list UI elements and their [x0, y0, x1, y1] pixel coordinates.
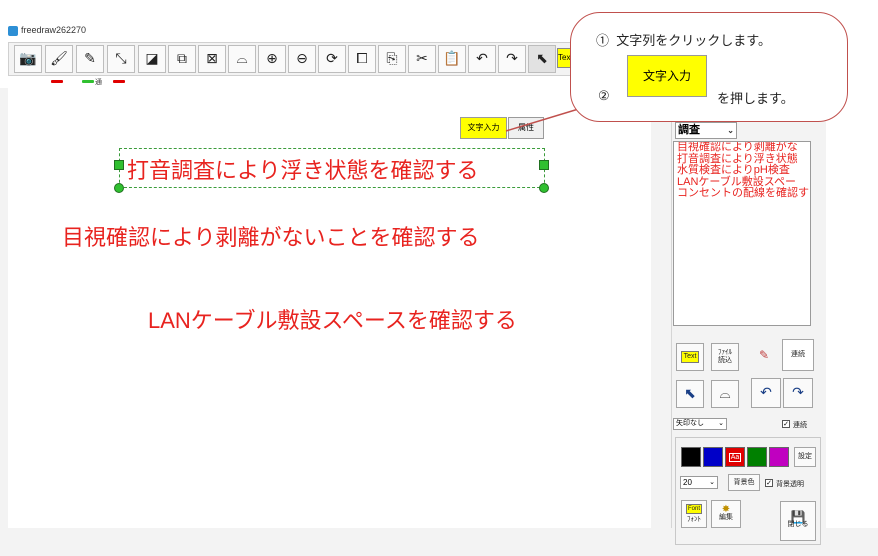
callout-text-input-button: 文字入力	[627, 55, 707, 97]
callout-step1-text: 文字列をクリックします。	[616, 33, 771, 48]
callout-step2-text: を押します。	[717, 91, 794, 106]
callout-step1: ① 文字列をクリックします。	[596, 30, 771, 49]
callout-step1-number: ①	[596, 33, 610, 48]
callout-pointer-join	[595, 93, 627, 106]
callout-step2-number: ②	[598, 88, 610, 103]
